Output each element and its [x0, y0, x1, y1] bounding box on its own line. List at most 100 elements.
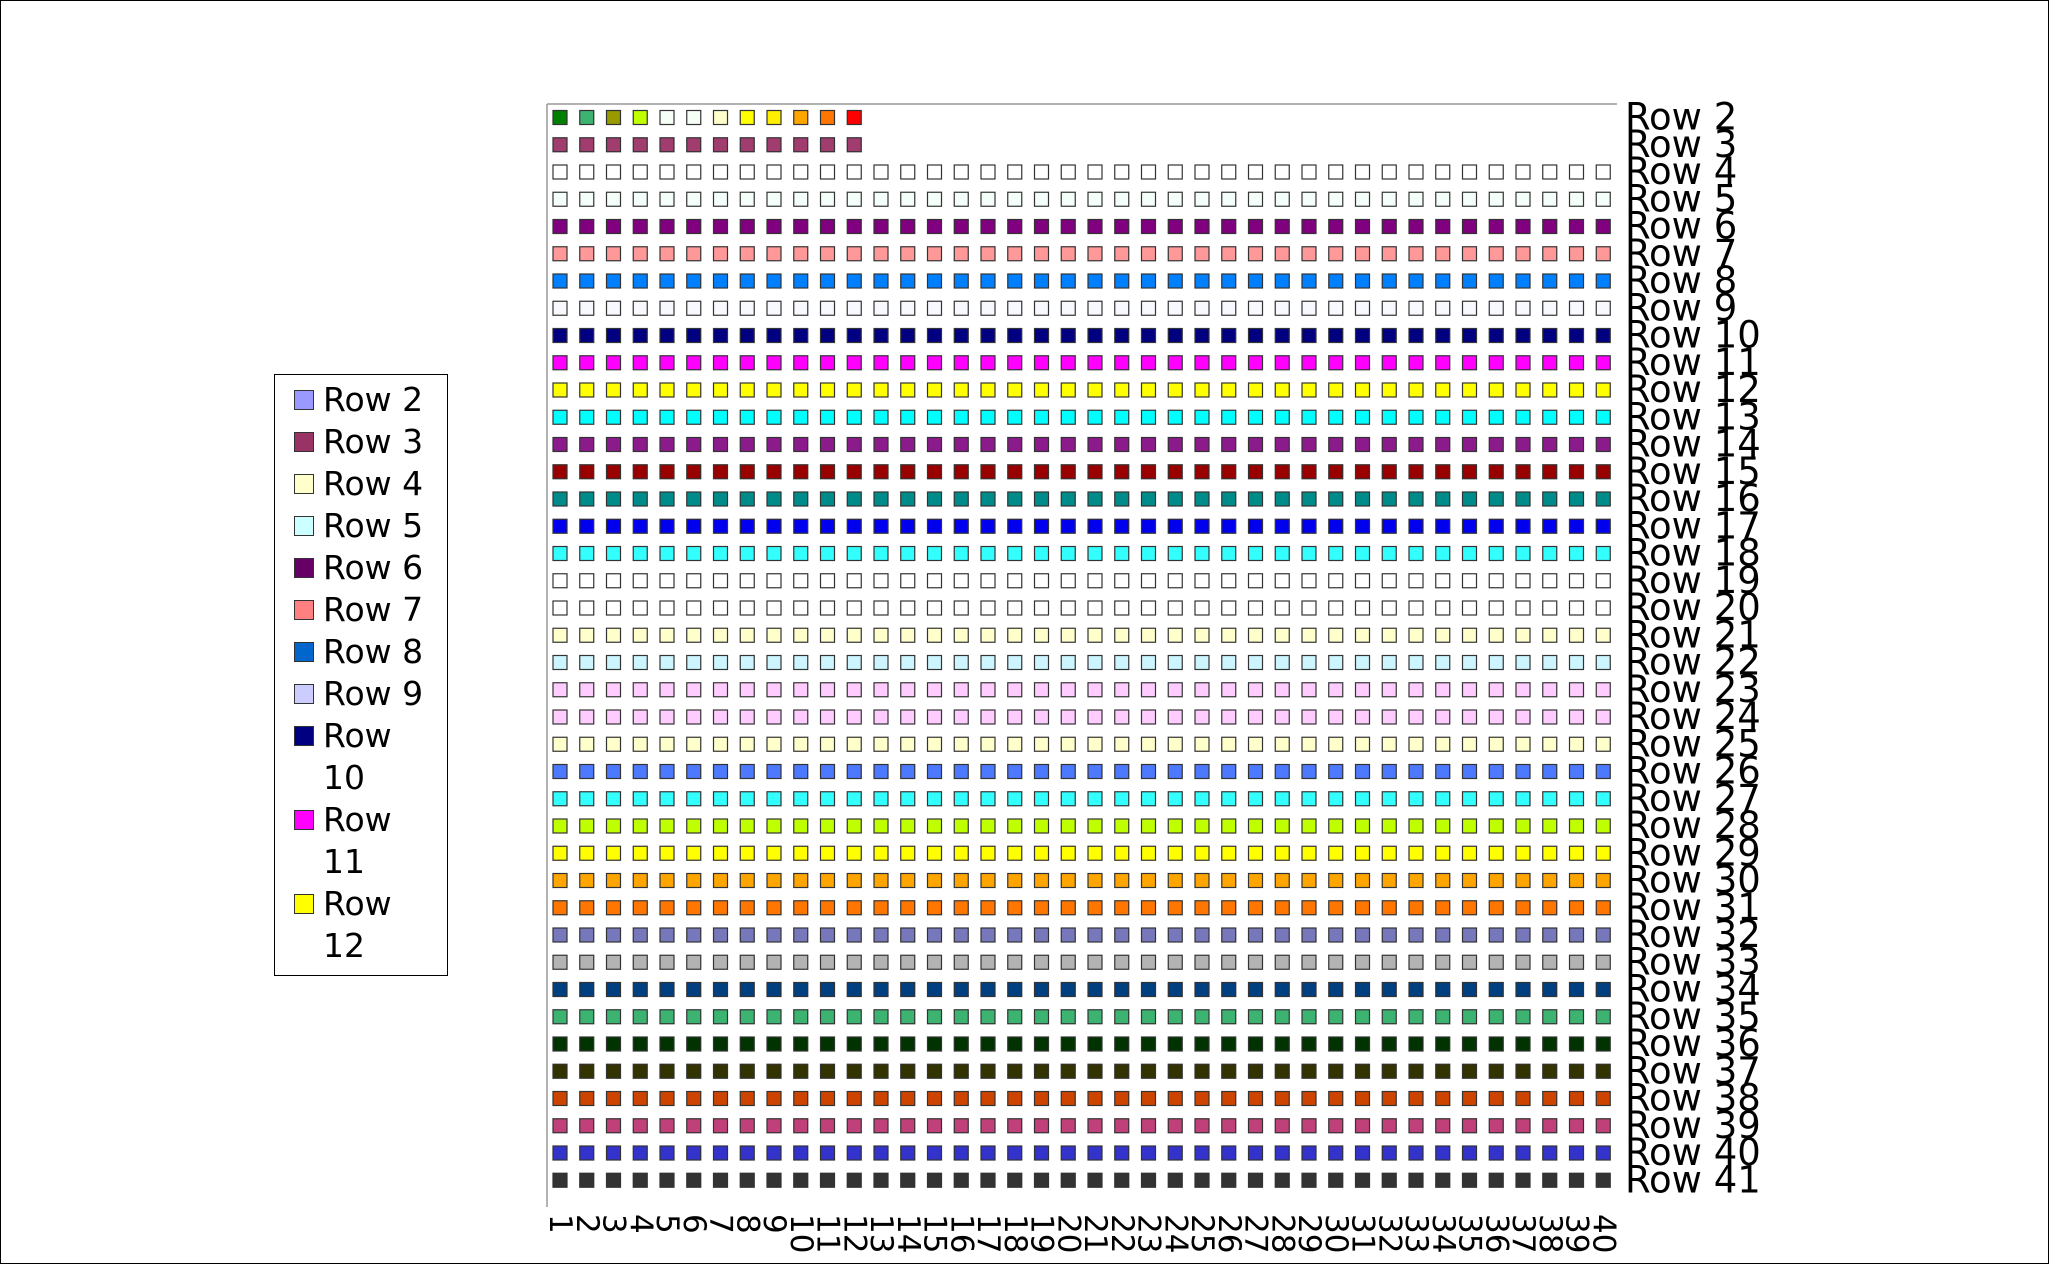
data-point: [1461, 682, 1478, 698]
data-point: [1301, 246, 1317, 262]
data-point: [1274, 246, 1290, 262]
data-point: [1542, 981, 1558, 998]
data-point: [873, 654, 889, 671]
data-point: [926, 491, 943, 507]
data-point: [1247, 164, 1264, 180]
data-point: [846, 327, 862, 344]
data-point: [1461, 545, 1478, 562]
data-point: [1087, 1009, 1103, 1025]
data-point: [1435, 1036, 1451, 1052]
data-point: [1114, 518, 1130, 534]
data-point: [819, 927, 836, 943]
data-point: [1087, 600, 1103, 616]
data-point: [1542, 900, 1558, 916]
data-point: [846, 736, 862, 752]
data-point: [1515, 246, 1531, 262]
data-point: [926, 518, 943, 534]
data-point: [659, 763, 675, 780]
data-point: [1435, 845, 1451, 861]
data-point: [579, 736, 595, 752]
data-point: [1408, 164, 1424, 180]
data-point: [1033, 382, 1050, 398]
data-point: [1488, 600, 1504, 616]
data-point: [1328, 464, 1344, 480]
data-point: [1274, 273, 1290, 289]
data-point: [605, 981, 622, 998]
data-point: [1167, 300, 1183, 316]
data-point: [1488, 1172, 1504, 1188]
data-point: [579, 355, 595, 371]
data-point: [1488, 872, 1504, 889]
data-point: [819, 355, 836, 371]
data-point: [1194, 927, 1210, 943]
data-point: [793, 137, 809, 153]
data-point: [1060, 927, 1076, 943]
data-point: [1381, 763, 1397, 780]
data-point: [1060, 682, 1076, 698]
data-point: [766, 954, 782, 970]
data-point: [632, 900, 648, 916]
data-point: [1435, 600, 1451, 616]
data-point: [579, 1036, 595, 1052]
data-point: [1461, 191, 1478, 207]
data-point: [846, 872, 862, 889]
data-point: [873, 191, 889, 207]
data-point: [1408, 709, 1424, 725]
data-point: [819, 300, 836, 316]
data-point: [1542, 191, 1558, 207]
data-point: [1328, 191, 1344, 207]
data-point: [1140, 709, 1157, 725]
data-point: [1033, 900, 1050, 916]
data-point: [1354, 682, 1371, 698]
data-point: [1007, 191, 1023, 207]
data-point: [1221, 981, 1237, 998]
data-point: [1301, 709, 1317, 725]
data-point: [953, 327, 969, 344]
data-point: [1194, 436, 1210, 453]
data-point: [953, 191, 969, 207]
data-point: [1328, 1118, 1344, 1134]
data-point: [1087, 709, 1103, 725]
data-point: [1488, 436, 1504, 453]
data-point: [1328, 954, 1344, 970]
data-point: [1595, 246, 1611, 262]
data-point: [1568, 627, 1585, 643]
data-point: [1033, 191, 1050, 207]
data-point: [1408, 981, 1424, 998]
data-point: [1515, 1009, 1531, 1025]
data-point: [605, 218, 622, 235]
data-point: [659, 518, 675, 534]
data-point: [1140, 1172, 1157, 1188]
data-point: [953, 1145, 969, 1161]
data-point: [1435, 791, 1451, 807]
data-point: [1461, 736, 1478, 752]
data-point: [1488, 900, 1504, 916]
data-point: [1060, 900, 1076, 916]
data-point: [1194, 1036, 1210, 1052]
data-point: [739, 273, 755, 289]
data-point: [1515, 164, 1531, 180]
data-point: [605, 900, 622, 916]
data-point: [1408, 1090, 1424, 1107]
data-point: [1060, 627, 1076, 643]
data-point: [1167, 464, 1183, 480]
data-point: [579, 382, 595, 398]
data-point: [1354, 845, 1371, 861]
data-point: [1274, 845, 1290, 861]
data-point: [900, 327, 916, 344]
data-point: [1274, 545, 1290, 562]
data-point: [579, 1118, 595, 1134]
data-point: [552, 1009, 568, 1025]
data-point: [1515, 1172, 1531, 1188]
data-point: [712, 1063, 729, 1079]
data-point: [926, 1118, 943, 1134]
data-point: [632, 382, 648, 398]
data-point: [900, 654, 916, 671]
data-point: [1033, 682, 1050, 698]
data-point: [1328, 627, 1344, 643]
data-point: [1328, 355, 1344, 371]
data-point: [1033, 845, 1050, 861]
data-point: [1408, 218, 1424, 235]
data-point: [1568, 736, 1585, 752]
data-point: [953, 1118, 969, 1134]
